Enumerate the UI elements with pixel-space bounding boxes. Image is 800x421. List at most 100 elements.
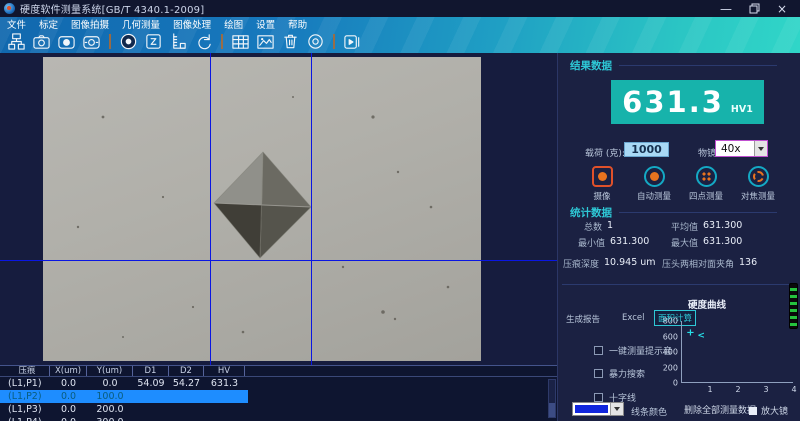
checkbox-row-1[interactable]: 暴力搜索 (594, 367, 645, 380)
edit-icon[interactable] (141, 31, 166, 52)
stat-item-0: 总数1 (584, 220, 613, 233)
table-cell: 300.0 (87, 417, 133, 421)
undo-icon[interactable] (191, 31, 216, 52)
table-body: (L1,P1)0.00.054.0954.27631.3(L1,P2)0.010… (0, 377, 557, 421)
record-icon[interactable] (303, 31, 328, 52)
checkbox-label: 暴力搜索 (609, 367, 645, 380)
data-point: + (686, 329, 694, 339)
x-axis-tick: 2 (735, 385, 740, 394)
menu-item-6[interactable]: 设置 (256, 17, 275, 31)
scrollbar-thumb[interactable] (549, 403, 555, 417)
y-axis-tick: 200 (663, 363, 678, 372)
stats-section-header: 统计数据 (570, 205, 777, 220)
minimize-button[interactable]: — (712, 1, 740, 16)
measure-button-label: 对焦测量 (741, 190, 775, 202)
table-cell: 54.27 (169, 378, 204, 389)
auto-measure-icon (644, 166, 665, 187)
trash-icon[interactable] (278, 31, 303, 52)
menu-item-3[interactable]: 几何测量 (122, 17, 160, 31)
objective-value: 40x (716, 143, 741, 155)
vickers-indentation (43, 57, 481, 361)
restore-button[interactable] (740, 1, 768, 16)
caliper-icon[interactable] (166, 31, 191, 52)
stat-label: 压痕深度 (563, 257, 599, 270)
tab-1[interactable]: Excel (622, 313, 645, 323)
table-cell: (L1,P2) (5, 391, 50, 402)
checkbox[interactable] (594, 393, 603, 402)
scheme-icon[interactable] (4, 31, 29, 52)
camera-icon[interactable] (29, 31, 54, 52)
table-cell: 0.0 (50, 378, 87, 389)
icon-core (650, 172, 659, 181)
table-row-2[interactable]: (L1,P3)0.0200.0 (0, 403, 248, 416)
image-icon[interactable] (253, 31, 278, 52)
four-point-icon (696, 166, 717, 187)
target-icon[interactable] (116, 31, 141, 52)
measure-button-1[interactable]: 自动测量 (628, 166, 680, 202)
tab-0[interactable]: 生成报告 (566, 313, 600, 325)
crosshair-vertical-right[interactable] (311, 53, 312, 365)
y-axis-tick: 600 (663, 332, 678, 341)
hardness-chart: 02004006008001234+< (681, 321, 793, 383)
focus-level-indicator (789, 283, 798, 329)
objective-select[interactable]: 40x (715, 140, 768, 157)
load-input[interactable] (624, 142, 669, 157)
result-header-label: 结果数据 (570, 58, 612, 73)
icon-core (598, 172, 607, 181)
x-axis-tick: 4 (791, 385, 796, 394)
dropdown-arrow-icon[interactable] (610, 403, 623, 415)
magnifier-checkbox[interactable] (749, 407, 757, 415)
measure-buttons: 摄像自动测量四点测量对焦测量 (576, 166, 786, 202)
table-row-3[interactable]: (L1,P4)0.0300.0 (0, 416, 248, 421)
menu-item-2[interactable]: 图像拍摄 (71, 17, 109, 31)
stat-label: 最小值 (578, 236, 605, 249)
menu-item-4[interactable]: 图像处理 (173, 17, 211, 31)
measure-button-0[interactable]: 摄像 (576, 166, 628, 202)
checkbox[interactable] (594, 346, 603, 355)
checkbox-row-0[interactable]: 一键测量提示音 (594, 344, 672, 357)
measure-button-3[interactable]: 对焦测量 (732, 166, 784, 202)
table-cell: (L1,P1) (5, 378, 50, 389)
table-cell: (L1,P3) (5, 404, 50, 415)
table-cell: 0.0 (50, 391, 87, 402)
table-cell: (L1,P4) (5, 417, 50, 421)
stat-value: 1 (607, 220, 613, 233)
line-color-label: 线条颜色 (631, 405, 667, 418)
column-header-4: D2 (169, 366, 204, 376)
top-band: 文件标定图像拍摄几何测量图像处理绘图设置帮助 (0, 17, 800, 53)
crosshair-vertical-left[interactable] (210, 53, 211, 365)
load-label: 载荷 (克): (585, 146, 625, 159)
line-color-select[interactable] (572, 402, 624, 416)
grid-icon[interactable] (228, 31, 253, 52)
y-axis-tick: 0 (673, 379, 678, 388)
measure-button-2[interactable]: 四点测量 (680, 166, 732, 202)
crosshair-horizontal[interactable] (0, 260, 557, 261)
result-section-header: 结果数据 (570, 58, 777, 73)
table-cell: 54.09 (133, 378, 169, 389)
checkbox[interactable] (594, 369, 603, 378)
microscope-image (43, 57, 481, 361)
image-viewer[interactable] (0, 53, 557, 365)
icon-core (753, 171, 764, 182)
camera-settings-icon[interactable] (79, 31, 104, 52)
capture-icon[interactable] (54, 31, 79, 52)
close-button[interactable]: × (768, 1, 796, 16)
delete-all-button[interactable]: 删除全部测量数据 (684, 403, 756, 416)
menu-item-1[interactable]: 标定 (39, 17, 58, 31)
stat-value: 136 (739, 257, 757, 270)
table-row-1[interactable]: (L1,P2)0.0100.0 (0, 390, 248, 403)
table-row-0[interactable]: (L1,P1)0.00.054.0954.27631.3 (0, 377, 248, 390)
menu-item-7[interactable]: 帮助 (288, 17, 307, 31)
menu-item-0[interactable]: 文件 (7, 17, 26, 31)
menu-item-5[interactable]: 绘图 (224, 17, 243, 31)
table-scrollbar[interactable] (548, 379, 556, 418)
app-logo-icon (4, 3, 15, 14)
export-icon[interactable] (340, 31, 365, 52)
dropdown-arrow-icon[interactable] (754, 141, 767, 156)
color-swatch (575, 405, 608, 413)
y-axis-tick: 800 (663, 317, 678, 326)
table-cell: 0.0 (87, 378, 133, 389)
stat-value: 631.300 (703, 236, 742, 249)
table-cell: 631.3 (204, 378, 245, 389)
magnifier-toggle[interactable]: 放大镜 (749, 404, 788, 417)
